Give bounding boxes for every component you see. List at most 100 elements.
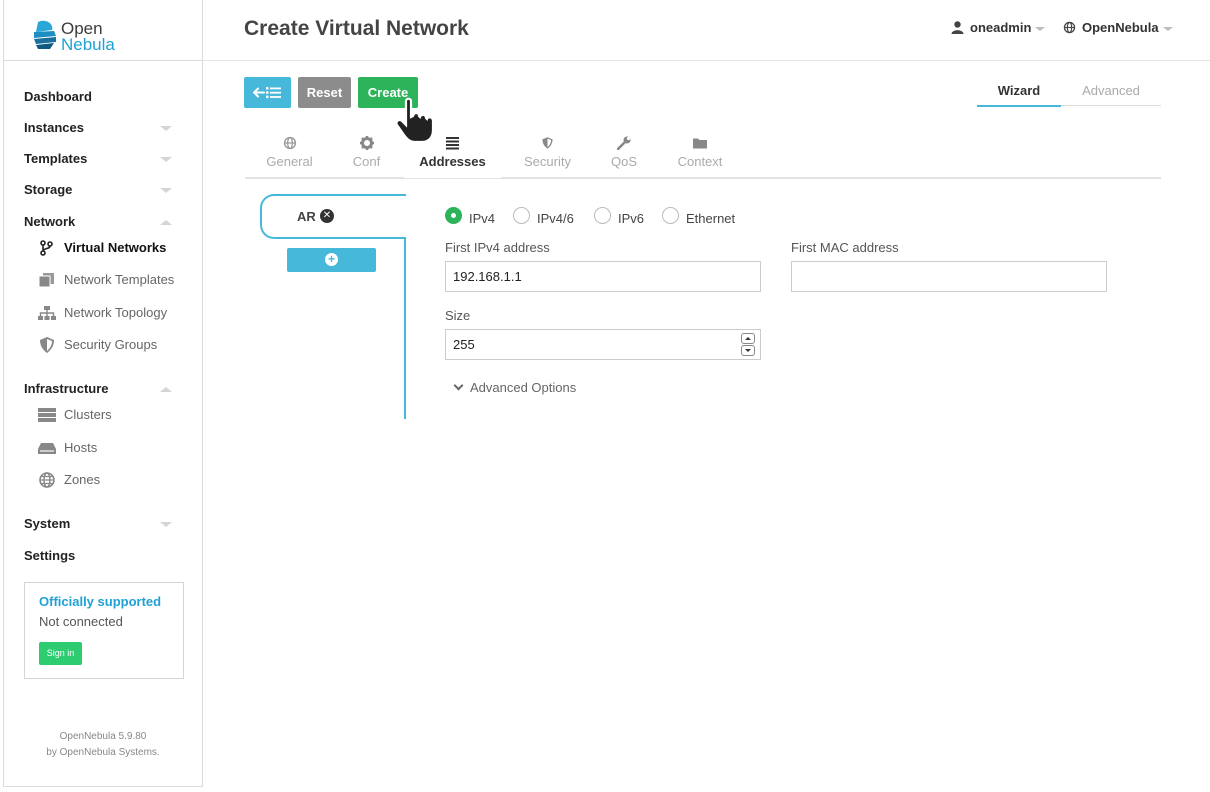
back-list-icon xyxy=(253,87,281,99)
stepper-up-icon[interactable] xyxy=(741,333,755,344)
hdd-icon xyxy=(38,443,56,454)
ar-label: AR xyxy=(297,209,316,224)
sidebar-item-system[interactable]: System xyxy=(24,512,172,536)
sidebar-item-clusters[interactable]: Clusters xyxy=(38,403,192,427)
cog-icon xyxy=(359,136,374,150)
reset-button[interactable]: Reset xyxy=(298,77,351,108)
tab-advanced[interactable]: Advanced xyxy=(1061,83,1161,106)
wrench-icon xyxy=(617,136,631,150)
sidebar-item-label: Zones xyxy=(64,472,101,487)
tab-wizard[interactable]: Wizard xyxy=(977,83,1061,107)
advanced-options-toggle[interactable]: Advanced Options xyxy=(453,380,576,395)
radio-dot[interactable] xyxy=(594,207,611,224)
page-title: Create Virtual Network xyxy=(244,17,469,40)
support-title: Officially supported xyxy=(39,594,162,609)
sidebar-item-label: Storage xyxy=(24,182,73,197)
support-status: Not connected xyxy=(39,614,123,629)
address-range-tab[interactable]: AR ✕ xyxy=(260,194,406,239)
list-icon xyxy=(446,137,459,150)
sidebar-item-label: Network xyxy=(24,214,76,229)
size-value: 255 xyxy=(453,337,475,352)
sidebar-item-zones[interactable]: Zones xyxy=(38,468,192,492)
chevron-down-icon xyxy=(1162,26,1173,31)
first-mac-label: First MAC address xyxy=(791,240,899,255)
size-label: Size xyxy=(445,308,471,323)
add-address-range-button[interactable]: + xyxy=(287,248,376,272)
size-stepper[interactable] xyxy=(741,333,755,357)
shield-icon xyxy=(542,137,553,149)
support-box: Officially supported Not connected Sign … xyxy=(24,582,184,679)
sidebar: Open Nebula Dashboard Instances Template… xyxy=(3,0,203,787)
copy-icon xyxy=(38,273,54,288)
tab-context[interactable]: Context xyxy=(668,136,732,178)
first-mac-input[interactable] xyxy=(791,261,1107,292)
user-icon xyxy=(951,21,964,34)
radio-label: IPv4 xyxy=(469,211,496,226)
logo-text-nebula: Nebula xyxy=(61,35,115,54)
tab-label: QoS xyxy=(610,154,637,169)
vendor-text: by OpenNebula Systems. xyxy=(46,747,160,758)
sidebar-item-infrastructure[interactable]: Infrastructure xyxy=(24,377,172,401)
radio-dot-selected[interactable] xyxy=(445,207,462,224)
remove-ar-icon[interactable]: ✕ xyxy=(320,209,334,223)
version-info: OpenNebula 5.9.80 by OpenNebula Systems. xyxy=(4,729,202,761)
sidebar-item-network-topology[interactable]: Network Topology xyxy=(38,301,192,325)
tab-security[interactable]: Security xyxy=(515,136,580,178)
radio-label: Ethernet xyxy=(686,211,736,226)
sidebar-item-label: Clusters xyxy=(64,407,112,422)
sidebar-item-dashboard[interactable]: Dashboard xyxy=(24,85,172,109)
sidebar-item-templates[interactable]: Templates xyxy=(24,147,172,171)
size-input[interactable]: 255 xyxy=(445,329,761,360)
sidebar-item-label: Dashboard xyxy=(24,89,92,104)
sidebar-item-security-groups[interactable]: Security Groups xyxy=(38,333,192,357)
chevron-up-icon xyxy=(160,387,172,392)
first-ipv4-input[interactable]: 192.168.1.1 xyxy=(445,261,761,292)
sidebar-item-settings[interactable]: Settings xyxy=(24,544,172,568)
tab-label: Context xyxy=(677,154,723,169)
tab-label: Security xyxy=(524,154,571,169)
globe-icon xyxy=(1063,21,1076,34)
sidebar-item-network[interactable]: Network xyxy=(24,210,172,234)
sidebar-item-label: Templates xyxy=(24,151,88,166)
sidebar-item-label: System xyxy=(24,516,71,531)
radio-dot[interactable] xyxy=(662,207,679,224)
sidebar-item-label: Infrastructure xyxy=(24,381,109,396)
stepper-down-icon[interactable] xyxy=(741,345,755,356)
sidebar-item-hosts[interactable]: Hosts xyxy=(38,436,192,460)
opennebula-logo-icon xyxy=(34,20,56,49)
sidebar-item-label: Network Templates xyxy=(64,272,175,287)
chevron-down-icon xyxy=(160,522,172,527)
chevron-down-icon xyxy=(160,126,172,131)
user-name: oneadmin xyxy=(970,20,1032,35)
user-menu[interactable]: oneadmin xyxy=(951,20,1046,35)
sitemap-icon xyxy=(38,306,56,320)
sidebar-item-virtual-networks[interactable]: Virtual Networks xyxy=(38,236,192,260)
tab-general[interactable]: General xyxy=(258,136,321,178)
shield-icon xyxy=(40,337,54,353)
tab-label: Conf xyxy=(352,154,381,169)
sidebar-item-label: Virtual Networks xyxy=(64,240,167,255)
first-ipv4-label: First IPv4 address xyxy=(445,240,550,255)
tab-conf[interactable]: Conf xyxy=(343,136,390,178)
opennebula-logo[interactable]: Open Nebula xyxy=(4,0,202,61)
chevron-up-icon xyxy=(160,220,172,225)
server-icon xyxy=(38,408,56,422)
chevron-down-icon xyxy=(160,157,172,162)
tab-label: Addresses xyxy=(419,154,486,169)
sidebar-item-label: Instances xyxy=(24,120,84,135)
zone-menu[interactable]: OpenNebula xyxy=(1063,20,1173,35)
zone-name: OpenNebula xyxy=(1082,20,1159,35)
sidebar-item-storage[interactable]: Storage xyxy=(24,178,172,202)
radio-dot[interactable] xyxy=(513,207,530,224)
globe-icon xyxy=(283,136,296,150)
sign-in-button[interactable]: Sign in xyxy=(39,642,82,665)
back-to-list-button[interactable] xyxy=(244,77,291,108)
sidebar-item-instances[interactable]: Instances xyxy=(24,116,172,140)
sidebar-item-label: Security Groups xyxy=(64,337,158,352)
tab-qos[interactable]: QoS xyxy=(604,136,644,178)
sidebar-item-label: Settings xyxy=(24,548,76,563)
top-header: Create Virtual Network oneadmin OpenNebu… xyxy=(203,0,1210,61)
sidebar-item-network-templates[interactable]: Network Templates xyxy=(38,268,192,292)
chevron-down-icon xyxy=(453,380,464,391)
fork-icon xyxy=(40,240,53,256)
